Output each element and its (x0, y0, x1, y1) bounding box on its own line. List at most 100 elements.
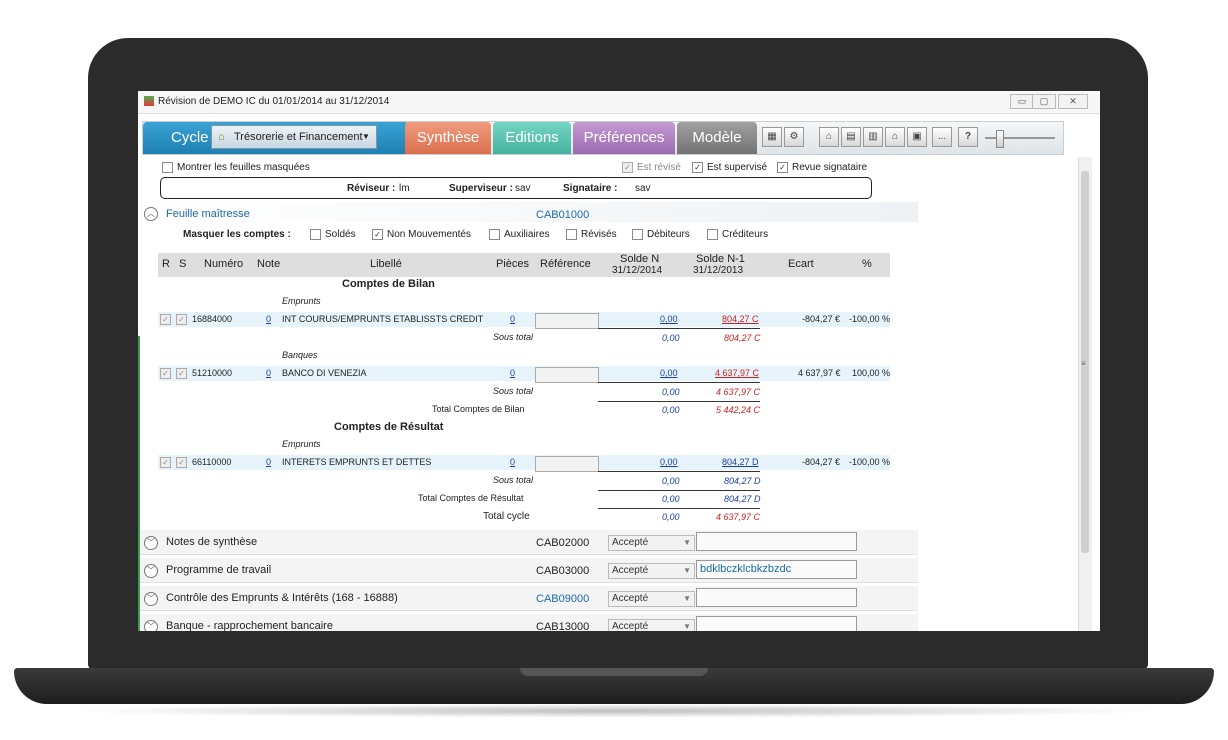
maximize-button[interactable]: ▢ (1032, 94, 1056, 109)
filter-revises-checkbox[interactable] (566, 229, 577, 240)
row3-s-check[interactable]: ✓ (176, 457, 191, 468)
filter-crediteurs[interactable]: Créditeurs (707, 229, 768, 240)
section-title[interactable]: Contrôle des Emprunts & Intérêts (168 - … (166, 592, 398, 604)
row3-note[interactable]: 0 (266, 457, 271, 467)
row1-note[interactable]: 0 (266, 314, 271, 324)
section-title[interactable]: Banque - rapprochement bancaire (166, 620, 333, 631)
folder-icon[interactable]: ▣ (907, 127, 927, 147)
comment-field[interactable] (696, 616, 857, 631)
row2-note[interactable]: 0 (266, 368, 271, 378)
row2-solde-n1[interactable]: 4 637,97 C (715, 368, 759, 378)
tab-modele[interactable]: Modèle (677, 122, 757, 154)
total-bilan-label: Total Comptes de Bilan (432, 404, 525, 414)
chevron-down-icon[interactable]: ﹀ (144, 564, 158, 578)
filter-debiteurs-checkbox[interactable] (632, 229, 643, 240)
laptop-notch (520, 668, 708, 676)
chevron-down-icon[interactable]: ﹀ (144, 536, 158, 550)
minimize-button[interactable]: ▭ (1010, 94, 1034, 109)
col-note: Note (257, 258, 281, 270)
zoom-slider-handle[interactable] (996, 130, 1004, 148)
close-button[interactable]: ✕ (1058, 94, 1088, 109)
row1-solde-n[interactable]: 0,00 (660, 314, 678, 324)
status-value: Accepté (612, 593, 649, 604)
row2-r-check[interactable]: ✓ (160, 368, 175, 379)
est-supervise-option[interactable]: ✓ Est supervisé (692, 162, 767, 173)
chevron-down-icon[interactable]: ﹀ (144, 592, 158, 606)
row3-reference[interactable] (535, 456, 599, 472)
row1-r-check[interactable]: ✓ (160, 314, 175, 325)
superviseur-label: Superviseur : (449, 183, 513, 194)
master-sheet-title[interactable]: Feuille maîtresse (166, 208, 250, 220)
row3-pieces[interactable]: 0 (510, 457, 515, 467)
row3-solde-n[interactable]: 0,00 (660, 457, 678, 467)
row1-pieces[interactable]: 0 (510, 314, 515, 324)
filter-auxiliaires-checkbox[interactable] (489, 229, 500, 240)
filter-revises[interactable]: Révisés (566, 229, 617, 240)
status-select[interactable]: Accepté ▼ (608, 563, 695, 579)
row1-reference[interactable] (535, 313, 599, 329)
row1-s-check[interactable]: ✓ (176, 314, 191, 325)
master-sheet-header[interactable] (138, 202, 918, 222)
vertical-scrollbar[interactable]: ≡ (1078, 157, 1092, 631)
chevron-down-icon[interactable]: ﹀ (144, 620, 158, 631)
signataire-label: Signataire : (563, 183, 618, 194)
group-emprunts-1: Emprunts (282, 296, 321, 306)
subtotal-1-label: Sous total (493, 332, 534, 342)
row1-solde-n1[interactable]: 804,27 C (722, 314, 759, 324)
cycle-select[interactable]: ⌂ Trésorerie et Financement ▼ (211, 125, 377, 149)
status-select[interactable]: Accepté ▼ (608, 535, 695, 551)
tab-synthese[interactable]: Synthèse (405, 122, 491, 154)
show-hidden-option[interactable]: Montrer les feuilles masquées (162, 162, 310, 173)
show-hidden-checkbox[interactable] (162, 162, 173, 173)
filter-debiteurs[interactable]: Débiteurs (632, 229, 690, 240)
filter-non-mouvementes[interactable]: ✓ Non Mouvementés (372, 229, 471, 240)
comment-field[interactable] (696, 532, 857, 551)
section-title[interactable]: Notes de synthèse (166, 536, 257, 548)
tab-preferences[interactable]: Préférences (573, 122, 675, 154)
filter-auxiliaires[interactable]: Auxiliaires (489, 229, 550, 240)
status-select[interactable]: Accepté ▼ (608, 619, 695, 631)
tab-editions[interactable]: Editions (493, 122, 571, 154)
status-select[interactable]: Accepté ▼ (608, 591, 695, 607)
est-revise-option[interactable]: ✓ Est révisé (622, 162, 681, 173)
master-sheet-code[interactable]: CAB01000 (536, 209, 589, 221)
row3-r-check[interactable]: ✓ (160, 457, 175, 468)
row2-solde-n[interactable]: 0,00 (660, 368, 678, 378)
home-icon[interactable]: ⌂ (819, 127, 839, 147)
more-button[interactable]: ... (932, 127, 952, 147)
row3-solde-n1[interactable]: 804,27 D (722, 457, 759, 467)
est-supervise-checkbox[interactable]: ✓ (692, 162, 703, 173)
comment-field[interactable]: bdklbczklcbkzbzdc (696, 560, 857, 579)
section-title[interactable]: Programme de travail (166, 564, 271, 576)
book-icon[interactable]: ▥ (863, 127, 883, 147)
export-icon[interactable]: ⚙ (784, 127, 804, 147)
section-code[interactable]: CAB09000 (536, 593, 589, 605)
revue-signataire-option[interactable]: ✓ Revue signataire (777, 162, 867, 173)
filter-non-mouvementes-checkbox[interactable]: ✓ (372, 229, 383, 240)
section-banque-rapprochement[interactable]: ﹀ Banque - rapprochement bancaire CAB130… (138, 614, 918, 631)
row2-pieces[interactable]: 0 (510, 368, 515, 378)
total-line (598, 490, 760, 491)
main-toolbar: Cycle ⌂ Trésorerie et Financement ▼ Synt… (142, 121, 1064, 155)
filter-soldes-checkbox[interactable] (310, 229, 321, 240)
status-value: Accepté (612, 537, 649, 548)
est-revise-checkbox[interactable]: ✓ (622, 162, 633, 173)
print-icon[interactable]: ▦ (762, 127, 782, 147)
help-button[interactable]: ? (958, 127, 978, 147)
revue-signataire-checkbox[interactable]: ✓ (777, 162, 788, 173)
subtotal-2-label: Sous total (493, 386, 534, 396)
filter-soldes[interactable]: Soldés (310, 229, 356, 240)
row2-reference[interactable] (535, 367, 599, 383)
superviseur-value: sav (515, 183, 531, 194)
est-revise-label: Est révisé (637, 162, 681, 174)
section-controle-emprunts[interactable]: ﹀ Contrôle des Emprunts & Intérêts (168 … (138, 586, 918, 611)
comment-field[interactable] (696, 588, 857, 607)
section-code: CAB02000 (536, 537, 590, 549)
filter-crediteurs-checkbox[interactable] (707, 229, 718, 240)
chevron-up-icon[interactable]: ︿ (144, 207, 158, 221)
section-programme-travail[interactable]: ﹀ Programme de travail CAB03000 Accepté ▼… (138, 558, 918, 583)
row2-s-check[interactable]: ✓ (176, 368, 191, 379)
building-icon[interactable]: ⌂ (885, 127, 905, 147)
document-icon[interactable]: ▤ (841, 127, 861, 147)
section-notes-synthese[interactable]: ﹀ Notes de synthèse CAB02000 Accepté ▼ (138, 530, 918, 555)
